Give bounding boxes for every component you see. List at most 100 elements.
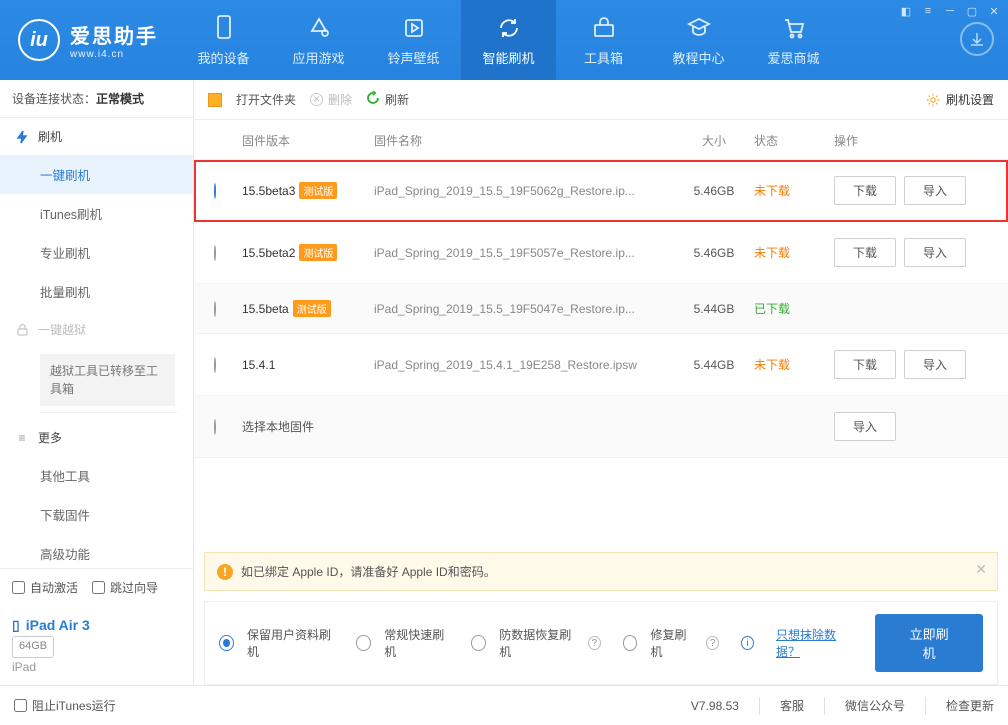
sidebar-group-flash[interactable]: 刷机 (0, 118, 193, 155)
skip-guide-checkbox[interactable]: 跳过向导 (92, 579, 158, 596)
menu-icon[interactable]: ≡ (920, 4, 936, 18)
download-button[interactable]: 下载 (834, 176, 896, 205)
nav-tutorials[interactable]: 教程中心 (651, 0, 746, 80)
sidebar-item-itunes-flash[interactable]: iTunes刷机 (0, 194, 193, 233)
nav-flash[interactable]: 智能刷机 (461, 0, 556, 80)
select-local-firmware[interactable]: 选择本地固件 (242, 418, 674, 435)
sidebar-item-other-tools[interactable]: 其他工具 (0, 456, 193, 495)
table-row[interactable]: 15.5beta2测试版iPad_Spring_2019_15.5_19F505… (194, 222, 1008, 284)
connection-status: 设备连接状态：正常模式 (0, 80, 193, 118)
delete-button[interactable]: ✕删除 (310, 91, 352, 108)
support-link[interactable]: 客服 (780, 697, 804, 714)
import-button[interactable]: 导入 (904, 350, 966, 379)
help-icon[interactable]: ? (706, 636, 719, 650)
nav-my-device[interactable]: 我的设备 (176, 0, 271, 80)
firmware-size: 5.46GB (674, 184, 754, 198)
download-button[interactable]: 下载 (834, 350, 896, 379)
auto-activate-checkbox[interactable]: 自动激活 (12, 579, 78, 596)
refresh-icon (366, 91, 380, 108)
import-button[interactable]: 导入 (904, 238, 966, 267)
delete-icon: ✕ (310, 93, 323, 106)
firmware-name: iPad_Spring_2019_15.5_19F5062g_Restore.i… (374, 184, 674, 198)
block-itunes-checkbox[interactable]: 阻止iTunes运行 (14, 697, 116, 714)
help-icon[interactable]: ? (588, 636, 601, 650)
table-row[interactable]: 选择本地固件 导入 (194, 396, 1008, 458)
lock-icon (14, 322, 30, 338)
window-controls: ◧ ≡ ─ ▢ ✕ (898, 4, 1002, 18)
table-header: 固件版本 固件名称 大小 状态 操作 (194, 120, 1008, 160)
opt-repair[interactable]: 修复刷机 ? (623, 626, 719, 660)
firmware-status: 未下载 (754, 182, 834, 199)
flash-options-bar: 保留用户资料刷机 常规快速刷机 防数据恢复刷机 ? 修复刷机 ? i 只想抹除数… (204, 601, 998, 685)
firmware-name: iPad_Spring_2019_15.5_19F5047e_Restore.i… (374, 302, 674, 316)
firmware-status: 未下载 (754, 356, 834, 373)
device-type: iPad (12, 658, 181, 677)
firmware-size: 5.46GB (674, 246, 754, 260)
nav-store[interactable]: 爱思商城 (746, 0, 841, 80)
table-row[interactable]: 15.5beta3测试版iPad_Spring_2019_15.5_19F506… (194, 160, 1008, 222)
alert-close-icon[interactable]: ✕ (975, 561, 987, 578)
firmware-size: 5.44GB (674, 302, 754, 316)
app-url: www.i4.cn (70, 49, 158, 60)
jailbreak-moved-notice: 越狱工具已转移至工具箱 (40, 354, 175, 406)
top-nav: 我的设备 应用游戏 铃声壁纸 智能刷机 工具箱 教程中心 爱思商城 (176, 0, 841, 80)
table-row[interactable]: 15.4.1iPad_Spring_2019_15.4.1_19E258_Res… (194, 334, 1008, 396)
table-row[interactable]: 15.5beta测试版iPad_Spring_2019_15.5_19F5047… (194, 284, 1008, 334)
row-radio[interactable] (214, 357, 216, 373)
beta-badge: 测试版 (299, 244, 337, 261)
row-radio[interactable] (214, 245, 216, 261)
folder-icon (208, 93, 222, 107)
beta-badge: 测试版 (293, 300, 331, 317)
opt-normal[interactable]: 常规快速刷机 (356, 626, 449, 660)
firmware-size: 5.44GB (674, 358, 754, 372)
wechat-link[interactable]: 微信公众号 (845, 697, 905, 714)
more-icon: ≡ (14, 430, 30, 446)
close-icon[interactable]: ✕ (986, 4, 1002, 18)
nav-apps[interactable]: 应用游戏 (271, 0, 366, 80)
sidebar-item-advanced[interactable]: 高级功能 (0, 534, 193, 568)
minimize-icon[interactable]: ─ (942, 4, 958, 18)
firmware-list: 15.5beta3测试版iPad_Spring_2019_15.5_19F506… (194, 160, 1008, 458)
device-icon: ▯ (12, 614, 20, 636)
skin-icon[interactable]: ◧ (898, 4, 914, 18)
toolbar: 打开文件夹 ✕删除 刷新 刷机设置 (194, 80, 1008, 120)
nav-toolbox[interactable]: 工具箱 (556, 0, 651, 80)
sidebar-item-pro-flash[interactable]: 专业刷机 (0, 233, 193, 272)
flash-icon (14, 129, 30, 145)
app-logo: iu 爱思助手 www.i4.cn (0, 19, 176, 61)
apple-id-alert: ! 如已绑定 Apple ID，请准备好 Apple ID和密码。 ✕ (204, 552, 998, 591)
sidebar-item-download-firmware[interactable]: 下载固件 (0, 495, 193, 534)
opt-anti-recovery[interactable]: 防数据恢复刷机 ? (471, 626, 600, 660)
flash-settings-button[interactable]: 刷机设置 (926, 91, 994, 108)
flash-now-button[interactable]: 立即刷机 (875, 614, 983, 672)
download-manager-icon[interactable] (960, 22, 994, 56)
sidebar-group-more[interactable]: ≡ 更多 (0, 419, 193, 456)
nav-ringtones[interactable]: 铃声壁纸 (366, 0, 461, 80)
beta-badge: 测试版 (299, 182, 337, 199)
titlebar: ◧ ≡ ─ ▢ ✕ iu 爱思助手 www.i4.cn 我的设备 应用游戏 铃声… (0, 0, 1008, 80)
check-update-link[interactable]: 检查更新 (946, 697, 994, 714)
maximize-icon[interactable]: ▢ (964, 4, 980, 18)
sidebar-item-oneclick-flash[interactable]: 一键刷机 (0, 155, 193, 194)
sidebar-item-batch-flash[interactable]: 批量刷机 (0, 272, 193, 311)
refresh-button[interactable]: 刷新 (366, 91, 409, 108)
sidebar: 设备连接状态：正常模式 刷机 一键刷机 iTunes刷机 专业刷机 批量刷机 一… (0, 80, 194, 685)
opt-keep-data[interactable]: 保留用户资料刷机 (219, 626, 334, 660)
app-name: 爱思助手 (70, 20, 158, 49)
status-bar: 阻止iTunes运行 V7.98.53 客服 微信公众号 检查更新 (0, 685, 1008, 725)
erase-data-link[interactable]: 只想抹除数据？ (776, 626, 853, 660)
main-panel: 打开文件夹 ✕删除 刷新 刷机设置 固件版本 固件名称 大小 状态 操作 15.… (193, 80, 1008, 685)
version-label: V7.98.53 (691, 699, 739, 713)
device-info[interactable]: ▯iPad Air 3 64GB iPad (0, 606, 193, 685)
warning-icon: ! (217, 564, 233, 580)
firmware-name: iPad_Spring_2019_15.4.1_19E258_Restore.i… (374, 358, 674, 372)
row-radio[interactable] (214, 301, 216, 317)
row-radio[interactable] (214, 183, 216, 199)
import-button[interactable]: 导入 (834, 412, 896, 441)
logo-icon: iu (18, 19, 60, 61)
info-icon[interactable]: i (741, 636, 754, 650)
row-radio[interactable] (214, 419, 216, 435)
open-folder-button[interactable]: 打开文件夹 (236, 91, 296, 108)
import-button[interactable]: 导入 (904, 176, 966, 205)
download-button[interactable]: 下载 (834, 238, 896, 267)
